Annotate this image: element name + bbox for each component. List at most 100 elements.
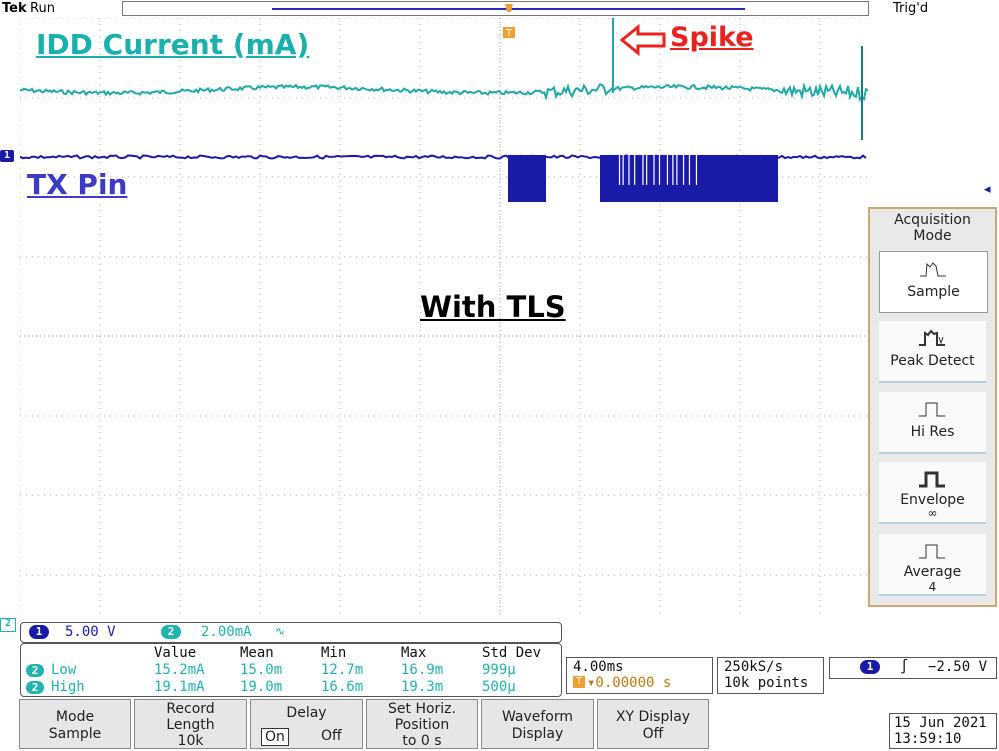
trigger-position-badge: T — [573, 676, 585, 688]
meas-header-mean: Mean — [240, 645, 274, 661]
meas-high-mean: 19.0m — [240, 679, 283, 695]
softkey-line: Waveform — [501, 709, 574, 725]
acq-mode-label: Peak Detect — [890, 353, 975, 369]
softkey-line: Length — [166, 717, 215, 733]
tx-burst-blocks — [508, 155, 778, 202]
acq-mode-label: Sample — [907, 284, 960, 300]
mode-sample-softkey[interactable]: Mode Sample — [19, 699, 131, 749]
trigger-source-badge: 1 — [860, 660, 880, 674]
xy-display-softkey[interactable]: XY Display Off — [597, 699, 709, 749]
acquisition-title-line1: Acquisition — [894, 212, 971, 228]
delay-on-option[interactable]: On — [261, 728, 289, 746]
brand-label: Tek — [2, 1, 27, 16]
tx-burst-gap — [666, 155, 669, 185]
tx-burst-gap — [688, 155, 691, 185]
svg-text:T: T — [505, 28, 513, 38]
tx-burst-gap — [695, 155, 698, 185]
set-horiz-position-softkey[interactable]: Set Horiz. Position to 0 s — [366, 699, 478, 749]
softkey-line: to 0 s — [402, 733, 442, 749]
horizontal-readout[interactable]: 4.00ms T ▾0.00000 s — [566, 657, 713, 694]
meas-header-stddev: Std Dev — [482, 645, 542, 661]
record-points: 10k points — [724, 675, 809, 691]
softkey-line: Position — [394, 717, 450, 733]
softkey-line: Delay — [286, 705, 327, 721]
acq-mode-peak-detect[interactable]: Peak Detect — [879, 321, 986, 383]
meas-high-max: 19.3m — [401, 679, 444, 695]
acq-mode-average[interactable]: Average 4 — [879, 534, 986, 596]
acq-mode-sub: ∞ — [927, 506, 938, 520]
average-pulse-icon — [919, 544, 945, 559]
channel-scale-bar: 1 5.00 V 2 2.00mA ∿ — [20, 622, 562, 643]
meas-high-min: 16.6m — [321, 679, 364, 695]
delay-off-option[interactable]: Off — [321, 728, 342, 744]
trigger-level-arrow-icon: ◂ — [984, 182, 991, 197]
meas-high-stddev: 500µ — [482, 679, 516, 695]
tx-burst-gap — [628, 155, 630, 185]
sample-rate: 250kS/s — [724, 659, 784, 675]
softkey-line: XY Display — [615, 709, 691, 725]
envelope-pulse-icon — [919, 471, 945, 488]
delay-softkey[interactable]: Delay On Off — [250, 699, 363, 749]
meas-low-mean: 15.0m — [240, 662, 283, 678]
ch1-badge[interactable]: 1 — [29, 625, 49, 639]
meas-row-channel: 2 — [26, 681, 44, 694]
peak-detect-icon — [919, 329, 945, 346]
sample-waveform-icon — [920, 262, 946, 277]
meas-low-stddev: 999µ — [482, 662, 516, 678]
meas-low-value: 15.2mA — [154, 662, 205, 678]
meas-header-value: Value — [154, 645, 197, 661]
meas-low-min: 12.7m — [321, 662, 364, 678]
ch1-ground-marker[interactable]: 1 — [0, 150, 14, 162]
softkey-line: Record — [166, 701, 215, 717]
softkey-line: Sample — [48, 726, 102, 742]
ch2-idd-current-trace — [20, 82, 868, 102]
date-time-display: 15 Jun 2021 13:59:10 — [889, 713, 997, 749]
horizontal-position: ▾0.00000 s — [587, 675, 672, 691]
acq-mode-label: Hi Res — [910, 424, 955, 440]
meas-header-max: Max — [401, 645, 427, 661]
tx-burst-gap — [642, 155, 644, 185]
hi-res-pulse-icon — [919, 402, 945, 417]
acq-mode-envelope[interactable]: Envelope ∞ — [879, 462, 986, 524]
tx-burst-gap — [682, 155, 685, 185]
softkey-line: Display — [511, 726, 564, 742]
status-bar: Tek Run Trig'd — [0, 0, 999, 18]
record-length-softkey[interactable]: Record Length 10k — [134, 699, 247, 749]
spike-arrow-icon — [620, 24, 666, 56]
tx-burst-gap — [622, 155, 624, 185]
sampling-readout: 250kS/s 10k points — [717, 657, 824, 694]
ch1-scale: 5.00 V — [65, 624, 116, 640]
ch2-scale: 2.00mA — [201, 624, 252, 640]
tx-burst-gap — [646, 155, 648, 185]
trigger-state: Trig'd — [893, 1, 929, 16]
with-tls-annotation: With TLS — [420, 290, 566, 324]
tx-burst-gap — [672, 155, 674, 185]
softkey-line: 10k — [177, 733, 204, 749]
ch2-badge[interactable]: 2 — [161, 625, 181, 639]
trigger-readout[interactable]: 1 ∫ −2.50 V — [829, 657, 997, 679]
meas-row-name: High — [51, 679, 85, 695]
trigger-position-icon[interactable]: T — [501, 2, 517, 42]
acquisition-menu-title: Acquisition Mode — [870, 212, 995, 244]
acq-mode-label: Average — [903, 564, 962, 580]
time-value: 13:59:10 — [894, 731, 962, 747]
waveform-display-softkey[interactable]: Waveform Display — [481, 699, 594, 749]
acq-mode-hi-res[interactable]: Hi Res — [879, 392, 986, 454]
trigger-level: −2.50 V — [928, 659, 988, 675]
meas-high-value: 19.1mA — [154, 679, 205, 695]
tx-burst-gap — [653, 155, 655, 185]
trigger-slope-icon: ∫ — [900, 659, 909, 675]
acq-mode-sample[interactable]: Sample — [879, 251, 988, 313]
spike-annotation: Spike — [670, 22, 754, 53]
acquisition-title-line2: Mode — [913, 228, 952, 244]
meas-row-channel: 2 — [26, 664, 44, 677]
bandwidth-limit-icon: ∿ — [275, 624, 286, 638]
tx-burst-gap — [676, 155, 678, 185]
ch2-ground-marker[interactable]: 2 — [0, 618, 16, 632]
softkey-line: Set Horiz. — [388, 701, 456, 717]
date-value: 15 Jun 2021 — [894, 715, 987, 731]
tx-pin-annotation: TX Pin — [27, 168, 128, 201]
softkey-line: Mode — [55, 709, 95, 725]
acquisition-mode-menu: Acquisition Mode Sample Peak Detect Hi R… — [868, 207, 997, 607]
idd-current-annotation: IDD Current (mA) — [36, 28, 310, 61]
